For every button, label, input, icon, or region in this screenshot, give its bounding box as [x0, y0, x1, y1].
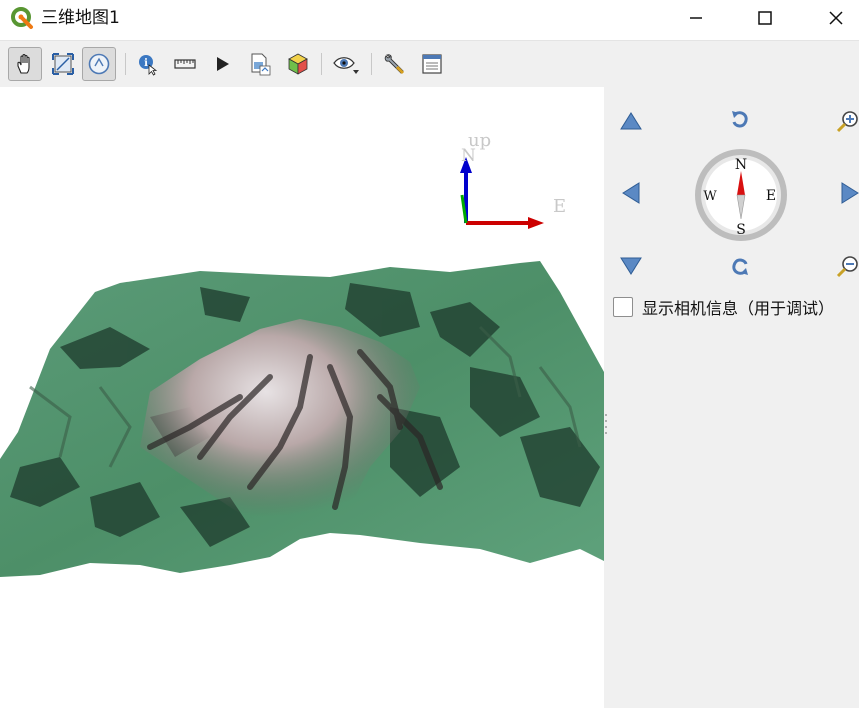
- arrow-up-icon: [620, 112, 642, 130]
- debug-camera-option[interactable]: 显示相机信息（用于调试）: [613, 295, 834, 319]
- arrow-left-icon: [622, 182, 640, 204]
- compass-west: W: [703, 189, 717, 204]
- toolbar-separator: [321, 53, 322, 75]
- close-button[interactable]: [813, 0, 859, 36]
- axis-east-label: E: [553, 196, 566, 217]
- splitter-handle[interactable]: [604, 412, 608, 438]
- arrow-right-icon: [841, 182, 859, 204]
- axis-gizmo: up N E: [460, 130, 566, 229]
- pan-left-button[interactable]: [617, 179, 645, 207]
- export-image-icon: [251, 53, 271, 76]
- compass-icon: N S W E: [695, 149, 787, 241]
- view-options-button[interactable]: [329, 47, 363, 81]
- zoom-out-icon: [836, 256, 858, 278]
- axis-north-label: N: [461, 146, 476, 166]
- close-icon: [829, 11, 843, 25]
- rotate-left-button[interactable]: [726, 106, 754, 134]
- qgis-logo-icon: [11, 7, 33, 29]
- identify-button[interactable]: i: [131, 47, 165, 81]
- toolbar-separator: [125, 53, 126, 75]
- pan-tool-button[interactable]: [8, 47, 42, 81]
- arrow-down-icon: [620, 257, 642, 275]
- rotate-cw-icon: [732, 258, 748, 275]
- zoom-out-button[interactable]: [834, 252, 859, 280]
- toggle-panel-button[interactable]: [415, 47, 449, 81]
- rotate-right-button[interactable]: [726, 252, 754, 280]
- tilt-up-button[interactable]: [617, 107, 645, 135]
- debug-camera-label: 显示相机信息（用于调试）: [642, 299, 835, 318]
- minimize-button[interactable]: [673, 0, 719, 36]
- maximize-button[interactable]: [742, 0, 788, 36]
- window-title: 三维地图1: [41, 8, 120, 28]
- pan-right-button[interactable]: [836, 179, 859, 207]
- configure-wrench-icon: [384, 54, 405, 75]
- compass-north: N: [735, 157, 747, 173]
- identify-icon: i: [139, 55, 158, 76]
- compass-south: S: [736, 222, 746, 238]
- rotate-ccw-icon: [732, 111, 748, 128]
- camera-control-button[interactable]: [82, 47, 116, 81]
- 3d-object-button[interactable]: [281, 47, 315, 81]
- measure-button[interactable]: [168, 47, 202, 81]
- minimize-icon: [690, 17, 702, 19]
- navigation-panel: N S W E 显示相机信息（用于调试）: [604, 87, 859, 708]
- view-eye-icon: [333, 57, 359, 74]
- terrain-scene: up N E: [0, 130, 604, 577]
- play-animation-icon: [217, 57, 229, 71]
- compass-dial[interactable]: N S W E: [693, 147, 789, 243]
- play-animation-button[interactable]: [205, 47, 239, 81]
- zoom-full-button[interactable]: [46, 47, 80, 81]
- configure-button[interactable]: [378, 47, 412, 81]
- zoom-full-icon: [52, 53, 74, 75]
- maximize-icon: [758, 11, 772, 25]
- toolbar-separator: [371, 53, 372, 75]
- measure-ruler-icon: [174, 59, 196, 69]
- 3d-map-viewport[interactable]: up N E: [0, 87, 604, 708]
- 3d-object-icon: [288, 53, 308, 75]
- zoom-in-button[interactable]: [834, 107, 859, 135]
- pan-hand-icon: [17, 54, 30, 74]
- zoom-in-icon: [836, 111, 858, 133]
- export-image-button[interactable]: [243, 47, 277, 81]
- svg-text:i: i: [144, 58, 148, 69]
- toggle-panel-icon: [422, 54, 442, 74]
- toolbar: i: [0, 40, 859, 87]
- tilt-down-button[interactable]: [617, 252, 645, 280]
- title-bar: 三维地图1: [0, 0, 859, 36]
- camera-control-icon: [88, 53, 110, 75]
- debug-camera-checkbox[interactable]: [613, 297, 633, 317]
- map-3d-window: 三维地图1 i up N E N S W E 显示相机信息（用于调试）: [0, 0, 859, 708]
- compass-east: E: [766, 188, 776, 204]
